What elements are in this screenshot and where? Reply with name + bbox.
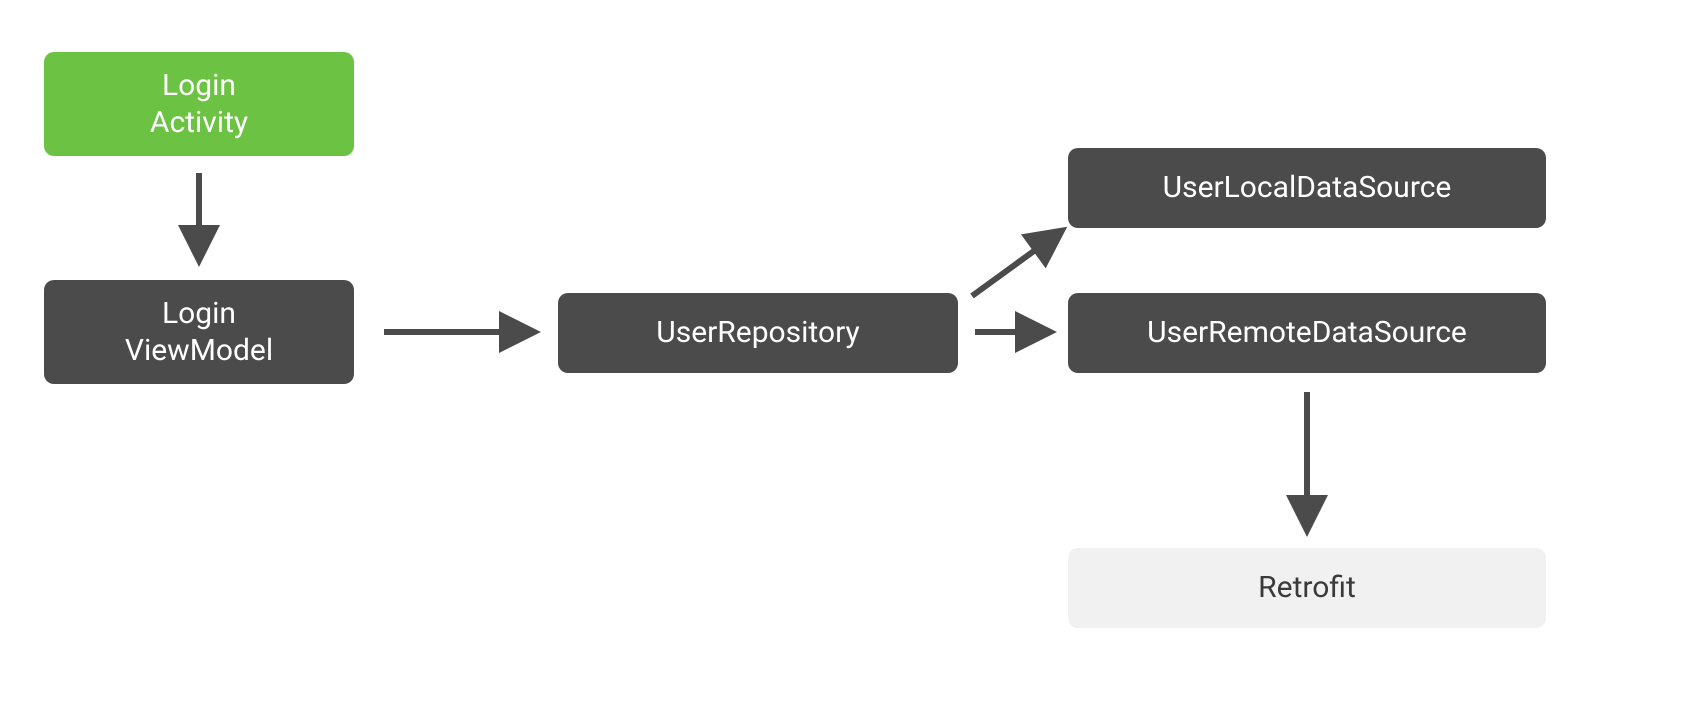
node-login-activity: Login Activity <box>44 52 354 156</box>
arrow-repository-to-local <box>972 232 1060 296</box>
node-label: UserRemoteDataSource <box>1147 314 1467 352</box>
node-user-local-data-source: UserLocalDataSource <box>1068 148 1546 228</box>
node-retrofit: Retrofit <box>1068 548 1546 628</box>
node-label: Retrofit <box>1258 569 1356 607</box>
node-label: UserLocalDataSource <box>1163 169 1452 207</box>
node-label: Login ViewModel <box>125 295 273 370</box>
node-login-viewmodel: Login ViewModel <box>44 280 354 384</box>
node-label: UserRepository <box>656 314 859 352</box>
node-user-remote-data-source: UserRemoteDataSource <box>1068 293 1546 373</box>
node-user-repository: UserRepository <box>558 293 958 373</box>
node-label: Login Activity <box>150 67 248 142</box>
